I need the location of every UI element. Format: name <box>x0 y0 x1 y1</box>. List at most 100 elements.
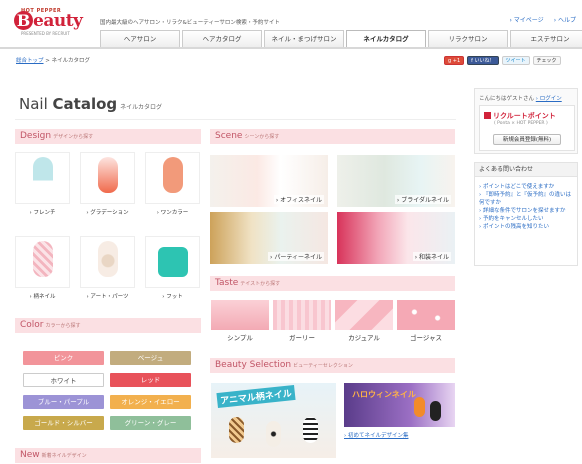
nav-tab-esthe-salon[interactable]: エステサロン <box>510 30 582 47</box>
nail-image <box>33 241 53 277</box>
taste-label: シンプル <box>227 334 253 342</box>
nav-tab-nail-salon[interactable]: ネイル・まつげサロン <box>264 30 344 47</box>
nail-image <box>414 397 425 417</box>
halloween-banner-text: ハロウィンネイル <box>352 390 416 399</box>
nail-image <box>98 157 118 193</box>
nav-tab-hair-salon[interactable]: ヘアサロン <box>100 30 180 47</box>
taste-simple-card[interactable]: シンプル <box>211 300 269 342</box>
beauty-selection-subtitle: ビューティーセレクション <box>293 363 353 369</box>
nail-image <box>430 401 441 421</box>
nail-image <box>229 417 244 443</box>
design-tile-art-parts[interactable]: › アート・パーツ <box>80 236 135 300</box>
color-beige-button[interactable]: ベージュ <box>110 351 191 365</box>
gplus-button[interactable]: g +1 <box>444 56 465 65</box>
color-red-button[interactable]: レッド <box>110 373 191 387</box>
design-tile-gradation[interactable]: › グラデーション <box>80 152 135 216</box>
mixi-check-button[interactable]: チェック <box>532 56 561 65</box>
taste-gorgeous-card[interactable]: ゴージャス <box>397 300 455 342</box>
login-link[interactable]: › ログイン <box>536 96 562 102</box>
nail-image <box>163 157 183 193</box>
nail-image <box>266 421 281 447</box>
color-title: Color <box>20 320 44 330</box>
taste-label: ゴージャス <box>409 334 443 342</box>
breadcrumb: 総合トップ > ネイルカタログ <box>16 56 90 64</box>
taste-subtitle: テイストから探す <box>240 281 281 287</box>
color-blue-purple-button[interactable]: ブルー・パープル <box>23 395 104 409</box>
design-subtitle: デザインから探す <box>53 134 94 140</box>
design-tile-foot[interactable]: › フット <box>145 236 200 300</box>
design-label: › ワンカラー <box>156 210 189 216</box>
beauty-selection-title: Beauty Selection <box>215 360 292 370</box>
new-section-header: New 新着ネイルデザイン <box>15 448 201 463</box>
color-pink-button[interactable]: ピンク <box>23 351 104 365</box>
color-green-gray-button[interactable]: グリーン・グレー <box>110 416 191 430</box>
recruit-point-title: リクルートポイント <box>484 111 556 121</box>
scene-subtitle: シーンから探す <box>244 134 280 140</box>
scene-wasou-card[interactable]: › 和装ネイル <box>337 212 455 264</box>
nail-image <box>98 241 118 277</box>
logo-subtitle: PRESENTED BY RECRUIT <box>21 31 70 36</box>
beauty-selection-link[interactable]: › 初めてネイルデザイン集 <box>344 431 408 439</box>
login-box: こんにちはゲストさん › ログイン リクルートポイント ( Ponta × HO… <box>474 88 578 154</box>
page-title-jp: ネイルカタログ <box>120 104 162 111</box>
nail-image <box>33 157 53 193</box>
taste-section-header: Taste テイストから探す <box>210 276 455 291</box>
recruit-point-label: リクルートポイント <box>493 112 556 120</box>
scene-party-card[interactable]: › パーティーネイル <box>210 212 328 264</box>
logo-wordmark[interactable]: eauty <box>33 11 83 31</box>
faq-item[interactable]: › ポイントはどこで使えますか <box>479 183 575 191</box>
new-subtitle: 新着ネイルデザイン <box>41 453 87 459</box>
page-title-plain: Nail <box>19 95 53 113</box>
design-title: Design <box>20 131 52 141</box>
halloween-nail-banner[interactable]: ハロウィンネイル <box>344 383 455 427</box>
scene-section-header: Scene シーンから探す <box>210 129 455 144</box>
color-gold-silver-button[interactable]: ゴールド・シルバー <box>23 416 104 430</box>
logo-b-mark[interactable]: B <box>14 11 33 30</box>
greeting-text: こんにちはゲストさん › ログイン <box>479 94 562 102</box>
scene-title: Scene <box>215 131 243 141</box>
design-label: › フレンチ <box>29 210 56 216</box>
mypage-link[interactable]: › マイページ <box>510 17 544 24</box>
taste-label: カジュアル <box>348 334 380 342</box>
nav-tab-relax-salon[interactable]: リラクサロン <box>428 30 508 47</box>
tweet-button[interactable]: ツイート <box>501 56 530 65</box>
register-button[interactable]: 新規会員登録(無料) <box>493 134 561 145</box>
nav-tab-nail-catalog[interactable]: ネイルカタログ <box>346 30 426 48</box>
nav-divider <box>0 47 582 49</box>
faq-box: よくある問い合わせ › ポイントはどこで使えますか › 『即時予約』と『仮予約』… <box>474 162 578 266</box>
design-tile-pattern[interactable]: › 柄ネイル <box>15 236 70 300</box>
main-nav: ヘアサロン ヘアカタログ ネイル・まつげサロン ネイルカタログ リラクサロン エ… <box>100 30 582 48</box>
recruit-point-sub: ( Ponta × HOT PEPPER ) <box>494 121 548 126</box>
social-buttons: g +1 f いいね！ ツイート チェック <box>444 56 561 65</box>
scene-label: › オフィスネイル <box>273 195 324 204</box>
design-section-header: Design デザインから探す <box>15 129 201 144</box>
scene-bridal-card[interactable]: › ブライダルネイル <box>337 155 455 207</box>
design-tile-one-color[interactable]: › ワンカラー <box>145 152 200 216</box>
animal-nail-banner[interactable]: アニマル柄ネイル <box>211 383 336 458</box>
recruit-point-panel: リクルートポイント ( Ponta × HOT PEPPER ) 新規会員登録(… <box>479 105 575 151</box>
color-white-button[interactable]: ホワイト <box>23 373 104 387</box>
nav-tab-hair-catalog[interactable]: ヘアカタログ <box>182 30 262 47</box>
faq-item[interactable]: › ポイントの残高を知りたい <box>479 223 575 231</box>
scene-label: › ブライダルネイル <box>394 195 451 204</box>
breadcrumb-home[interactable]: 総合トップ <box>16 58 44 64</box>
top-links: › マイページ › ヘルプ <box>500 15 577 24</box>
design-label: › アート・パーツ <box>86 294 129 300</box>
design-tile-french[interactable]: › フレンチ <box>15 152 70 216</box>
scene-office-card[interactable]: › オフィスネイル <box>210 155 328 207</box>
color-orange-yellow-button[interactable]: オレンジ・イエロー <box>110 395 191 409</box>
faq-item[interactable]: › 『即時予約』と『仮予約』の違いは何ですか <box>479 191 575 207</box>
scene-label: › 和装ネイル <box>412 252 451 261</box>
nail-image <box>158 247 188 277</box>
greeting-label: こんにちはゲストさん <box>479 96 535 102</box>
faq-list: › ポイントはどこで使えますか › 『即時予約』と『仮予約』の違いは何ですか ›… <box>479 183 575 231</box>
taste-casual-card[interactable]: カジュアル <box>335 300 393 342</box>
faq-item[interactable]: › 予約をキャンセルしたい <box>479 215 575 223</box>
faq-item[interactable]: › 詳細な条件でサロンを探せますか <box>479 207 575 215</box>
design-label: › グラデーション <box>86 210 129 216</box>
color-section-header: Color カラーから探す <box>15 318 201 333</box>
help-link[interactable]: › ヘルプ <box>554 17 576 24</box>
taste-girly-card[interactable]: ガーリー <box>273 300 331 342</box>
facebook-like-button[interactable]: f いいね！ <box>467 56 499 65</box>
faq-title: よくある問い合わせ <box>475 163 577 177</box>
